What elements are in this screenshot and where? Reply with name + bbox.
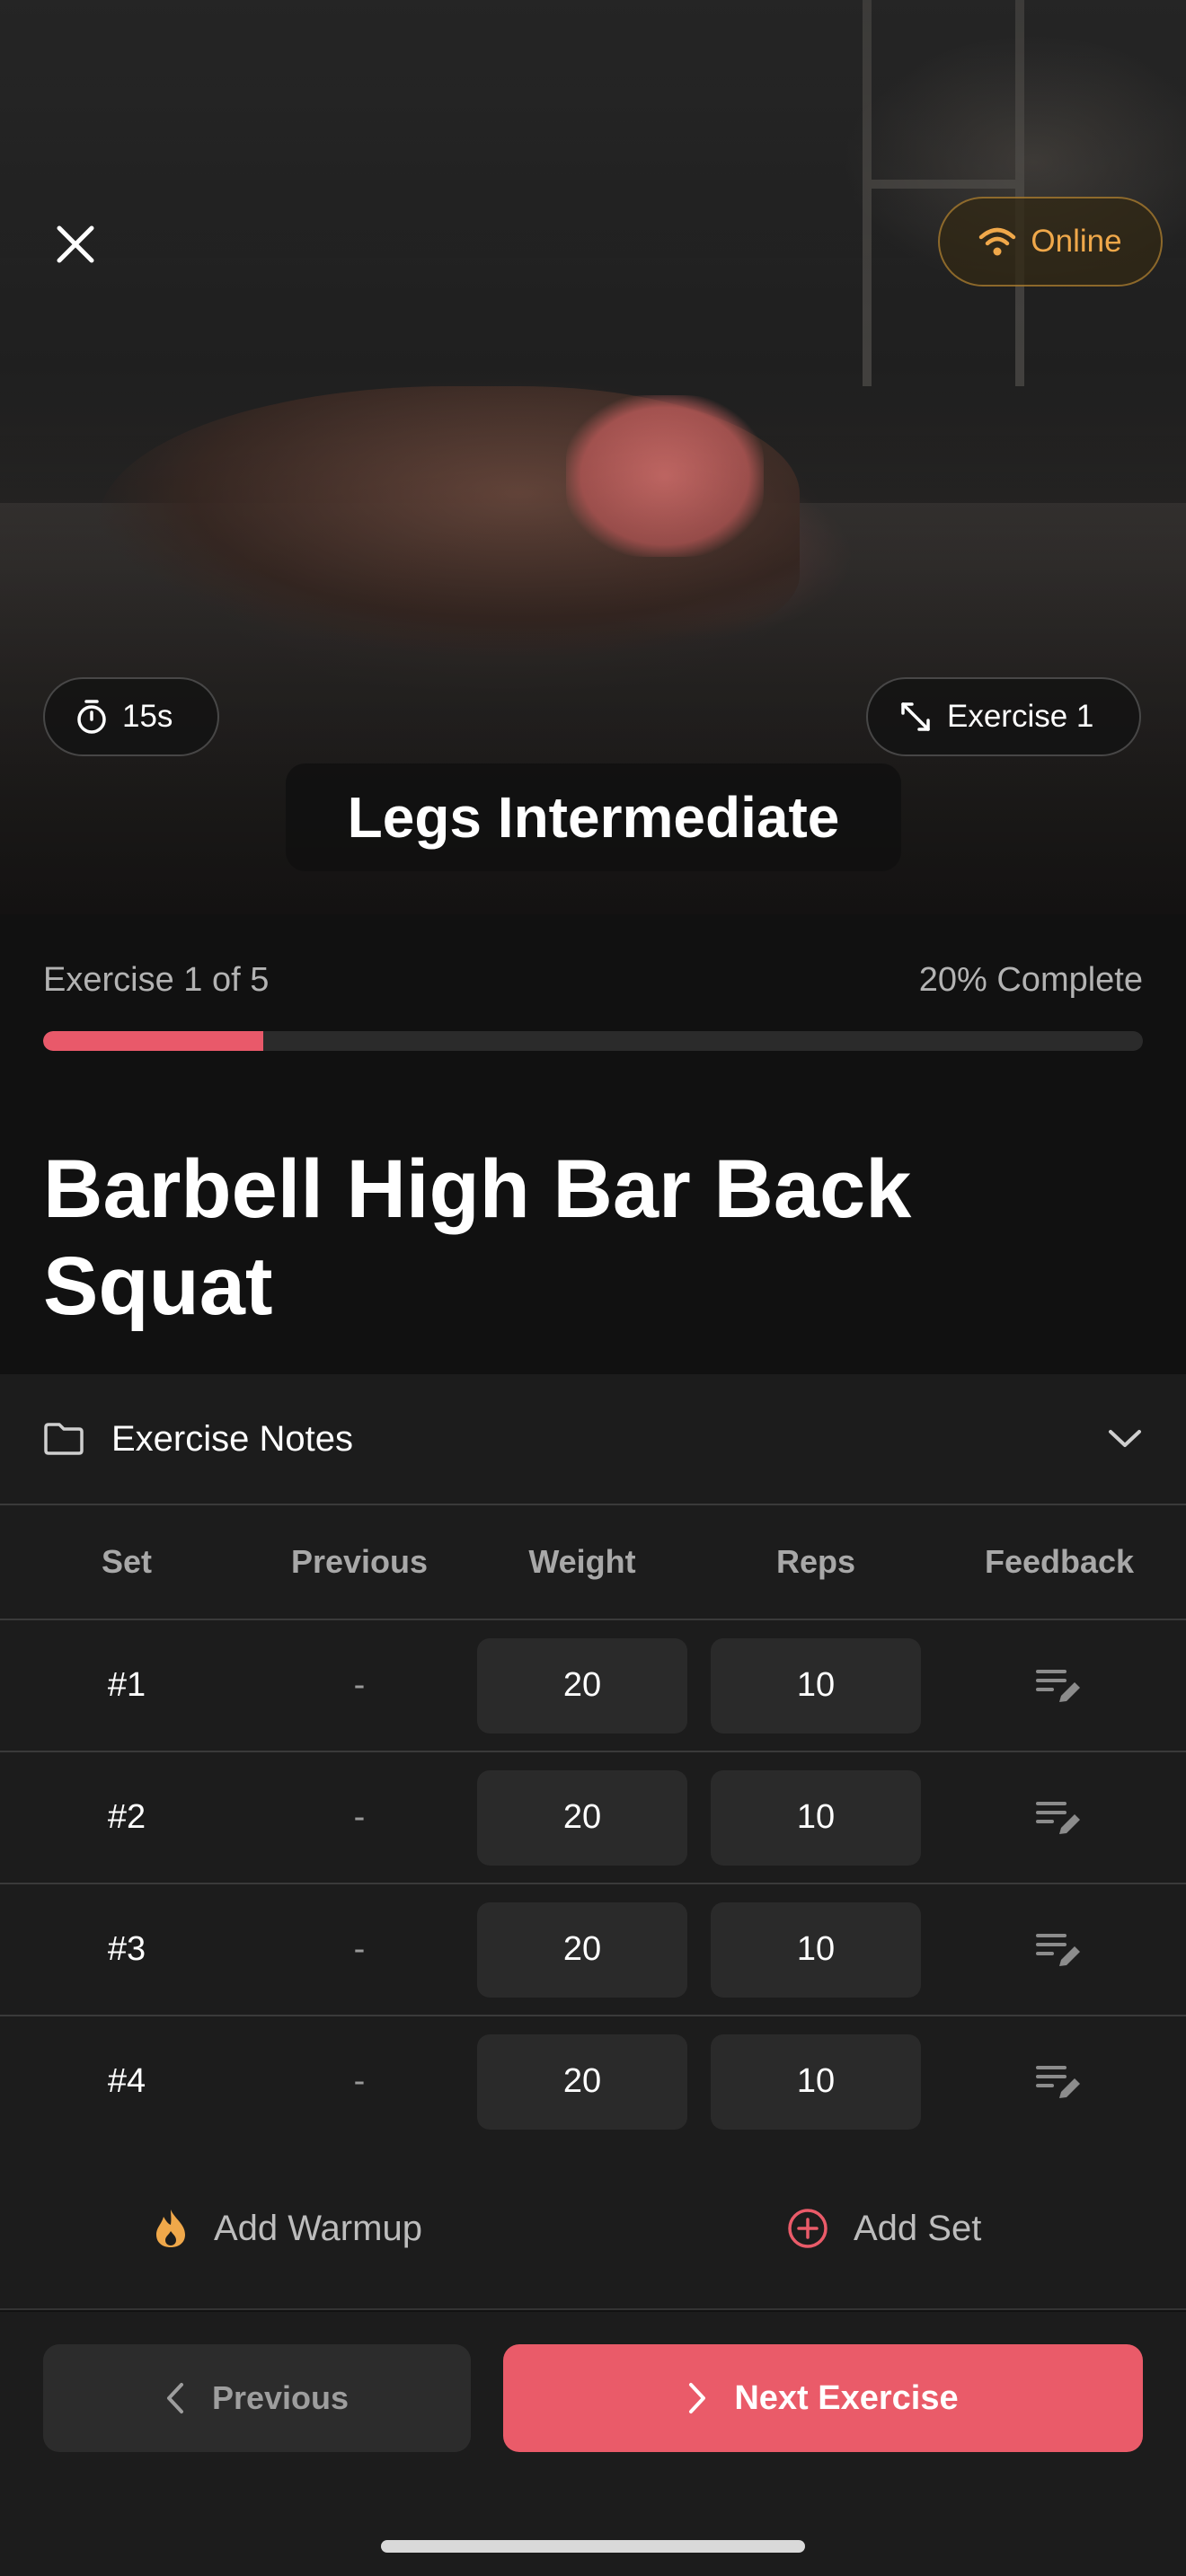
flame-icon	[156, 2210, 185, 2247]
header-set: Set	[101, 1543, 153, 1580]
exercise-notes-label: Exercise Notes	[111, 1418, 353, 1459]
weight-input[interactable]: 20	[477, 1769, 687, 1866]
header-feedback: Feedback	[984, 1543, 1135, 1580]
folder-icon	[44, 1423, 84, 1455]
set-number: #4	[107, 2062, 146, 2100]
set-row: #4 - 20 10	[0, 2016, 1186, 2148]
workout-title: Legs Intermediate	[286, 763, 901, 871]
home-indicator	[381, 2540, 805, 2553]
close-button[interactable]	[43, 212, 108, 277]
sets-table-header: Set Previous Weight Reps Feedback	[0, 1505, 1186, 1620]
header-previous: Previous	[290, 1543, 429, 1580]
chevron-right-icon	[689, 2383, 706, 2413]
add-warmup-label: Add Warmup	[214, 2208, 422, 2248]
set-row: #3 - 20 10	[0, 1884, 1186, 2016]
set-previous: -	[353, 1666, 366, 1704]
edit-notes-icon	[1036, 1801, 1080, 1834]
feedback-button[interactable]	[1023, 1914, 1095, 1986]
percent-complete-label: 20% Complete	[918, 961, 1143, 999]
exercise-badge-label: Exercise 1	[947, 699, 1094, 734]
sets-table: Set Previous Weight Reps Feedback #1 - 2…	[0, 1505, 1186, 2148]
exercise-expand-badge[interactable]: Exercise 1	[866, 677, 1141, 756]
previous-exercise-button[interactable]: Previous	[43, 2344, 471, 2452]
set-row: #2 - 20 10	[0, 1752, 1186, 1884]
feedback-button[interactable]	[1023, 1782, 1095, 1854]
set-number: #2	[107, 1798, 146, 1836]
rest-timer-badge[interactable]: 15s	[43, 677, 219, 756]
add-warmup-button[interactable]: Add Warmup	[153, 2147, 422, 2310]
chevron-down-icon	[1109, 1430, 1141, 1447]
set-row: #1 - 20 10	[0, 1620, 1186, 1752]
exercise-title: Barbell High Bar Back Squat	[43, 1143, 912, 1332]
header-reps: Reps	[775, 1543, 856, 1580]
exercise-notes-toggle[interactable]: Exercise Notes	[0, 1374, 1186, 1505]
exercise-progress-label: Exercise 1 of 5	[43, 961, 270, 999]
feedback-button[interactable]	[1023, 1650, 1095, 1722]
set-previous: -	[353, 1798, 366, 1836]
progress-bar-fill	[43, 1031, 263, 1051]
set-actions: Add Warmup Add Set	[0, 2147, 1186, 2310]
set-previous: -	[353, 1930, 366, 1968]
next-exercise-label: Next Exercise	[734, 2378, 959, 2417]
chevron-left-icon	[166, 2383, 183, 2413]
set-previous: -	[353, 2062, 366, 2100]
header-weight: Weight	[528, 1543, 636, 1580]
edit-notes-icon	[1036, 1933, 1080, 1966]
weight-input[interactable]: 20	[477, 2033, 687, 2130]
connection-status-label: Online	[1031, 224, 1122, 259]
plus-circle-icon	[788, 2209, 828, 2248]
previous-label: Previous	[211, 2379, 350, 2416]
edit-notes-icon	[1036, 1669, 1080, 1702]
reps-input[interactable]: 10	[711, 2033, 921, 2130]
progress-bar	[43, 1031, 1143, 1051]
add-set-label: Add Set	[854, 2208, 982, 2248]
set-number: #1	[107, 1666, 146, 1704]
set-number: #3	[107, 1930, 146, 1968]
stopwatch-icon	[77, 700, 106, 734]
rest-timer-value: 15s	[122, 699, 173, 734]
expand-icon	[901, 702, 930, 731]
reps-input[interactable]: 10	[711, 1637, 921, 1734]
wifi-icon	[979, 227, 1016, 256]
weight-input[interactable]: 20	[477, 1637, 687, 1734]
connection-status-badge: Online	[938, 197, 1163, 287]
feedback-button[interactable]	[1023, 2046, 1095, 2118]
add-set-button[interactable]: Add Set	[787, 2147, 981, 2310]
weight-input[interactable]: 20	[477, 1901, 687, 1998]
next-exercise-button[interactable]: Next Exercise	[503, 2344, 1143, 2452]
reps-input[interactable]: 10	[711, 1901, 921, 1998]
reps-input[interactable]: 10	[711, 1769, 921, 1866]
close-icon	[57, 225, 94, 263]
edit-notes-icon	[1036, 2065, 1080, 2098]
